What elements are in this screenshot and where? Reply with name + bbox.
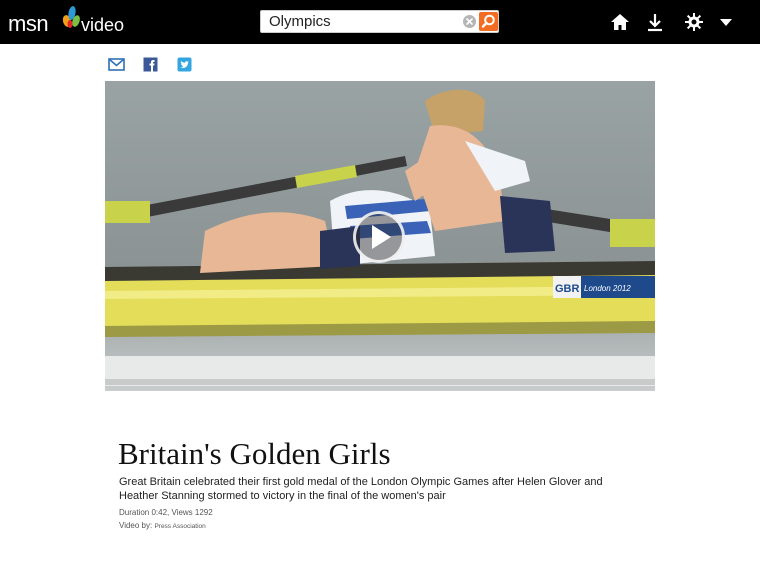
home-icon[interactable] bbox=[610, 12, 630, 32]
play-button[interactable] bbox=[353, 211, 405, 263]
twitter-icon[interactable] bbox=[176, 57, 193, 72]
logo-msn-text: msn bbox=[8, 11, 49, 36]
email-icon[interactable] bbox=[108, 57, 125, 72]
search-box bbox=[260, 10, 499, 33]
video-by-label: Video by: bbox=[119, 521, 155, 530]
video-player[interactable]: GBR London 2012 bbox=[105, 81, 655, 391]
logo-video-text: video bbox=[81, 15, 125, 35]
play-icon bbox=[372, 225, 391, 249]
top-bar: msn video bbox=[0, 0, 760, 44]
video-duration-views: Duration 0:42, Views 1292 bbox=[119, 508, 213, 517]
settings-icon[interactable] bbox=[684, 12, 704, 32]
svg-text:GBR: GBR bbox=[555, 283, 580, 295]
search-button[interactable] bbox=[479, 12, 498, 31]
download-icon[interactable] bbox=[645, 12, 665, 32]
svg-text:London 2012: London 2012 bbox=[584, 284, 631, 293]
search-icon bbox=[481, 14, 495, 28]
clear-search-icon[interactable] bbox=[463, 15, 476, 28]
facebook-icon[interactable] bbox=[142, 57, 159, 72]
video-description: Great Britain celebrated their first gol… bbox=[119, 476, 603, 502]
video-source-link[interactable]: Press Association bbox=[154, 523, 205, 530]
search-input[interactable] bbox=[261, 11, 461, 32]
video-attribution: Video by: Press Association bbox=[119, 521, 206, 530]
video-title: Britain's Golden Girls bbox=[118, 436, 391, 471]
menu-dropdown-icon[interactable] bbox=[716, 12, 736, 32]
